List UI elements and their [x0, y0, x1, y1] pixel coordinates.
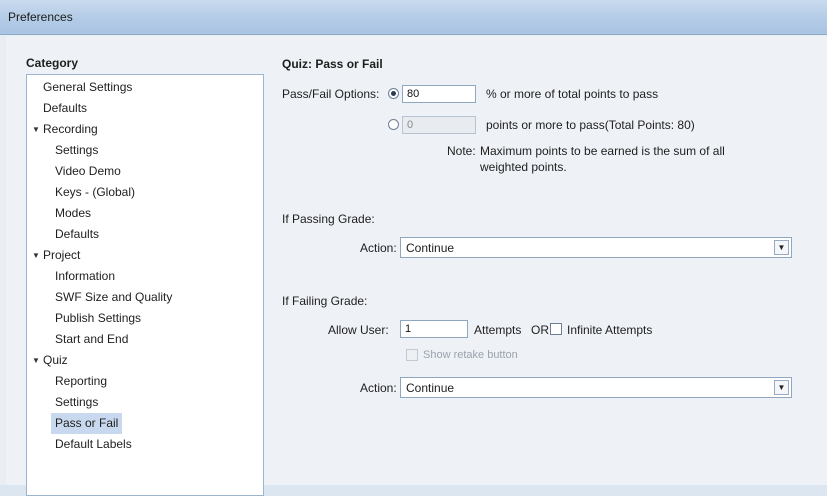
tree-item-project[interactable]: Project	[39, 245, 84, 266]
attempts-text: Attempts	[474, 323, 522, 337]
points-radio[interactable]	[388, 119, 399, 130]
tree-item-defaults[interactable]: Defaults	[39, 98, 91, 119]
tree-item-modes[interactable]: Modes	[51, 203, 95, 224]
passing-action-select[interactable]: Continue ▼	[400, 237, 792, 258]
percent-radio[interactable]	[388, 88, 399, 99]
panel-title: Quiz: Pass or Fail	[282, 57, 383, 71]
tree-item-general-settings[interactable]: General Settings	[39, 77, 136, 98]
tree-item-keys-global[interactable]: Keys - (Global)	[51, 182, 139, 203]
note-label: Note:	[447, 144, 476, 158]
failing-action-select[interactable]: Continue ▼	[400, 377, 792, 398]
tree-item-information[interactable]: Information	[51, 266, 119, 287]
tree-item-quiz[interactable]: Quiz	[39, 350, 72, 371]
attempts-input[interactable]: 1	[400, 320, 468, 338]
percent-suffix-text: % or more of total points to pass	[486, 87, 659, 101]
preferences-content: Category General Settings Defaults ▼ Rec…	[6, 36, 827, 496]
note-text-line1: Maximum points to be earned is the sum o…	[480, 144, 725, 158]
pass-fail-options-label: Pass/Fail Options:	[282, 87, 380, 101]
tree-item-default-labels[interactable]: Default Labels	[51, 434, 136, 455]
tree-item-quiz-settings[interactable]: Settings	[51, 392, 102, 413]
failing-action-value: Continue	[406, 381, 455, 395]
tree-item-reporting[interactable]: Reporting	[51, 371, 111, 392]
category-tree: General Settings Defaults ▼ Recording Se…	[26, 74, 264, 496]
dropdown-arrow-icon[interactable]: ▼	[774, 240, 789, 255]
tree-item-pass-or-fail[interactable]: Pass or Fail	[51, 413, 123, 434]
tree-item-publish-settings[interactable]: Publish Settings	[51, 308, 145, 329]
window-title: Preferences	[8, 10, 73, 24]
tree-item-start-and-end[interactable]: Start and End	[51, 329, 132, 350]
infinite-attempts-checkbox[interactable]	[550, 323, 562, 335]
tree-item-recording[interactable]: Recording	[39, 119, 102, 140]
tree-item-video-demo[interactable]: Video Demo	[51, 161, 125, 182]
allow-user-label: Allow User:	[328, 323, 389, 337]
title-bar[interactable]: Preferences	[0, 0, 827, 35]
category-heading: Category	[26, 56, 79, 70]
or-text: OR	[531, 323, 549, 337]
preferences-window: Preferences Category General Settings De…	[0, 0, 827, 496]
retake-button-checkbox[interactable]	[406, 349, 418, 361]
passing-action-label: Action:	[360, 241, 397, 255]
infinite-attempts-label: Infinite Attempts	[567, 323, 653, 337]
tree-item-recording-settings[interactable]: Settings	[51, 140, 102, 161]
dropdown-arrow-icon[interactable]: ▼	[774, 380, 789, 395]
failing-grade-heading: If Failing Grade:	[282, 294, 368, 308]
note-text-line2: weighted points.	[480, 160, 567, 174]
failing-action-label: Action:	[360, 381, 397, 395]
passing-grade-heading: If Passing Grade:	[282, 212, 375, 226]
percent-input[interactable]: 80	[402, 85, 476, 103]
tree-item-swf-size-quality[interactable]: SWF Size and Quality	[51, 287, 176, 308]
passing-action-value: Continue	[406, 241, 455, 255]
points-suffix-text: points or more to pass(Total Points: 80)	[486, 118, 695, 132]
retake-button-label: Show retake button	[423, 349, 518, 361]
points-input[interactable]: 0	[402, 116, 476, 134]
tree-item-recording-defaults[interactable]: Defaults	[51, 224, 103, 245]
